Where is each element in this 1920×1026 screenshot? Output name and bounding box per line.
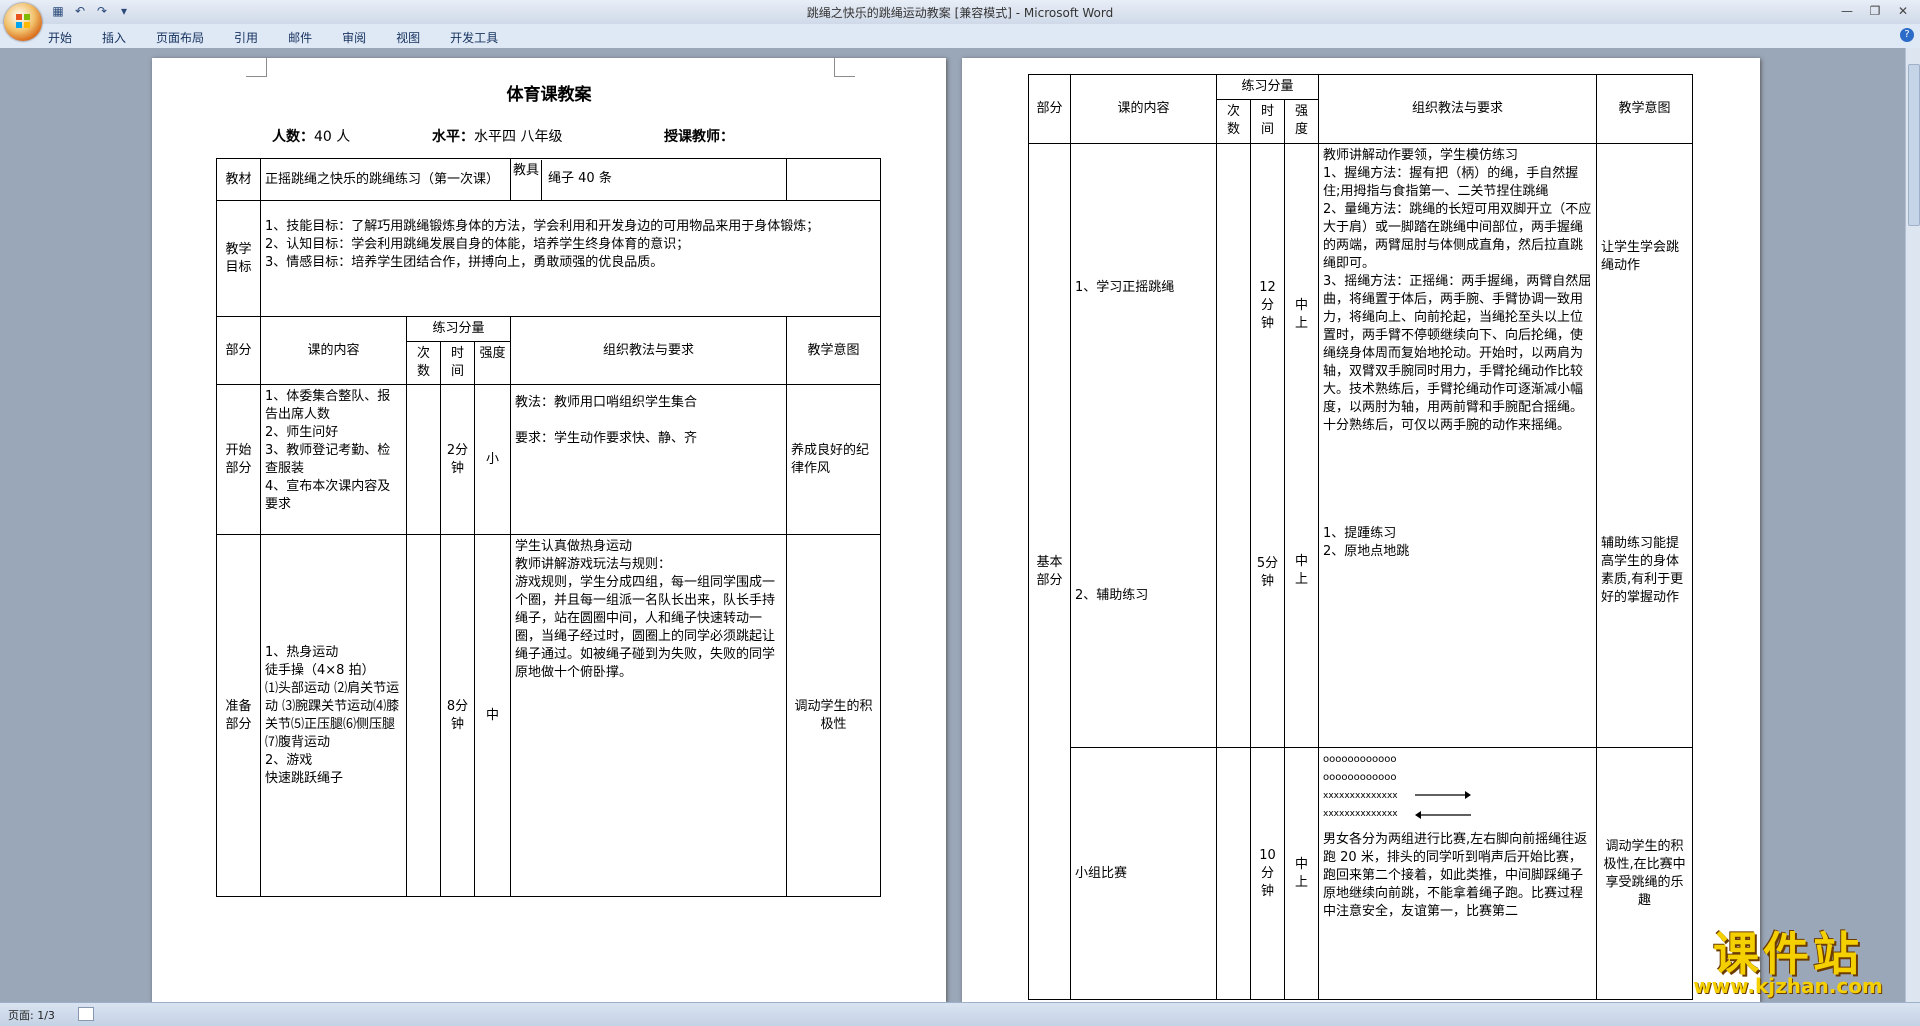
- office-button[interactable]: [4, 3, 42, 41]
- goal-cognitive: 2、认知目标：学会利用跳绳发展自身的体能，培养学生终身体育的意识；: [265, 237, 690, 252]
- material-row: 教材 正摇跳绳之快乐的跳绳练习（第一次课） 教具 绳子 40 条: [216, 158, 882, 201]
- level: 水平：水平四 八年级: [432, 129, 563, 145]
- prep-intent: 调动学生的积极性: [786, 534, 882, 897]
- basic-method: 教师讲解动作要领，学生模仿练习 1、握绳方法：握有把（柄）的绳，手自然握住;用拇…: [1318, 143, 1598, 748]
- prep-method: 学生认真做热身运动 教师讲解游戏玩法与规则： 游戏规则，学生分成四组，每一组同学…: [510, 534, 788, 897]
- header-row: 部分 课的内容 练习分量 组织教法与要求 教学意图: [1028, 74, 1694, 144]
- tab-developer[interactable]: 开发工具: [450, 29, 498, 46]
- competition-content: 小组比赛: [1070, 747, 1217, 1000]
- prep-time: 8分钟: [440, 534, 475, 897]
- basic-row-1: 基本部分 1、学习正摇跳绳 2、辅助练习 12分钟 5分钟 中上 中上 教师讲解…: [1028, 143, 1694, 1000]
- header-times: 次数: [406, 341, 441, 385]
- help-icon[interactable]: ?: [1900, 28, 1914, 42]
- prep-content: 1、热身运动 徒手操（4×8 拍） ⑴头部运动 ⑵肩关节运动 ⑶腕踝关节运动⑷膝…: [260, 534, 407, 897]
- crop-mark: [246, 58, 267, 77]
- header-times: 次数: [1216, 99, 1251, 144]
- vertical-scrollbar[interactable]: [1905, 48, 1920, 1002]
- header-method: 组织教法与要求: [510, 316, 788, 385]
- direction-arrows-icon: [1415, 791, 1472, 819]
- header-intent: 教学意图: [786, 316, 882, 385]
- tab-insert[interactable]: 插入: [102, 29, 126, 46]
- header-load: 练习分量: [1215, 74, 1320, 100]
- goals-cell: 1、技能目标：了解巧用跳绳锻炼身体的方法，学会利用和开发身边的可用物品来用于身体…: [259, 200, 882, 317]
- header-intensity: 强度: [473, 341, 512, 385]
- goals-label: 教学目标: [216, 200, 261, 317]
- equipment-label: 教具: [512, 159, 543, 200]
- tab-view[interactable]: 视图: [396, 29, 420, 46]
- basic-row-2: 小组比赛 10分钟 中上 oooooooooooo oooooooooooo x…: [1029, 747, 1694, 1000]
- prep-row: 准备部分 1、热身运动 徒手操（4×8 拍） ⑴头部运动 ⑵肩关节运动 ⑶腕踝关…: [216, 534, 882, 897]
- site-watermark: 课件站 www.kjzhan.com: [1668, 918, 1908, 1004]
- material-label: 教材: [216, 158, 261, 201]
- start-method: 教法：教师用口哨组织学生集合 要求：学生动作要求快、静、齐: [510, 384, 788, 535]
- tab-review[interactable]: 审阅: [342, 29, 366, 46]
- header-part: 部分: [216, 316, 261, 385]
- tab-home[interactable]: 开始: [48, 29, 72, 46]
- goals-row: 教学目标 1、技能目标：了解巧用跳绳锻炼身体的方法，学会利用和开发身边的可用物品…: [216, 200, 882, 317]
- restore-icon[interactable]: ❐: [1862, 2, 1888, 20]
- competition-time: 10分钟: [1250, 747, 1285, 1000]
- tab-page-layout[interactable]: 页面布局: [156, 29, 204, 46]
- basic-intent: 让学生学会跳绳动作 辅助练习能提高学生的身体素质,有利于更好的掌握动作: [1596, 143, 1694, 748]
- basic-content: 1、学习正摇跳绳 2、辅助练习: [1070, 143, 1217, 748]
- header-time: 时间: [440, 341, 475, 385]
- ribbon: 开始 插入 页面布局 引用 邮件 审阅 视图 开发工具 ?: [0, 24, 1920, 49]
- page-title: 体育课教案: [506, 85, 592, 105]
- close-icon[interactable]: ✕: [1890, 2, 1916, 20]
- window-controls: — ❐ ✕: [1834, 2, 1916, 20]
- start-part: 开始部分: [216, 384, 261, 535]
- office-logo-icon: [16, 14, 30, 28]
- teacher: 授课教师：: [664, 129, 734, 145]
- start-time: 2分钟: [440, 384, 475, 535]
- page-indicator[interactable]: 页面: 1/3: [8, 1007, 55, 1023]
- watermark-url: www.kjzhan.com: [1693, 974, 1883, 998]
- scrollbar-thumb[interactable]: [1908, 64, 1920, 226]
- class-size: 人数：40 人: [272, 129, 351, 145]
- header-content: 课的内容: [1070, 74, 1217, 144]
- window-title: 跳绳之快乐的跳绳运动教案 [兼容模式] - Microsoft Word: [806, 6, 1114, 20]
- lesson-plan-table: 教材 正摇跳绳之快乐的跳绳练习（第一次课） 教具 绳子 40 条 教学目标 1、…: [216, 158, 882, 897]
- basic-part: 基本部分: [1028, 143, 1071, 1000]
- formation-diagram: oooooooooooo oooooooooooo xxxxxxxxxxxxxx…: [1323, 751, 1592, 831]
- goal-skill: 1、技能目标：了解巧用跳绳锻炼身体的方法，学会利用和开发身边的可用物品来用于身体…: [265, 219, 820, 234]
- start-row: 开始部分 1、体委集合整队、报告出席人数 2、师生问好 3、教师登记考勤、检查服…: [216, 384, 882, 535]
- header-method: 组织教法与要求: [1318, 74, 1598, 144]
- competition-intensity: 中上: [1283, 747, 1320, 1000]
- status-bar: 页面: 1/3: [0, 1002, 1920, 1026]
- basic-times: 12分钟 5分钟: [1250, 143, 1285, 748]
- header-intent: 教学意图: [1596, 74, 1694, 144]
- competition-method: oooooooooooo oooooooooooo xxxxxxxxxxxxxx…: [1318, 747, 1598, 1000]
- document-page-1: 体育课教案 人数：40 人 水平：水平四 八年级 授课教师： 教材 正摇跳绳之快…: [152, 58, 946, 1002]
- equipment-cell: 教具 绳子 40 条: [512, 159, 786, 200]
- title-bar: ▦ ↶ ↷ ▾ 跳绳之快乐的跳绳运动教案 [兼容模式] - Microsoft …: [0, 0, 1920, 25]
- tab-references[interactable]: 引用: [234, 29, 258, 46]
- crop-mark: [834, 58, 855, 77]
- ribbon-tabs: 开始 插入 页面布局 引用 邮件 审阅 视图 开发工具: [48, 29, 528, 46]
- material-value: 正摇跳绳之快乐的跳绳练习（第一次课）: [259, 158, 512, 201]
- proofing-icon[interactable]: [78, 1007, 94, 1021]
- header-load: 练习分量: [405, 316, 512, 342]
- prep-part: 准备部分: [216, 534, 261, 897]
- header-part: 部分: [1028, 74, 1071, 144]
- header-time: 时间: [1250, 99, 1285, 144]
- start-content: 1、体委集合整队、报告出席人数 2、师生问好 3、教师登记考勤、检查服装 4、宣…: [260, 384, 407, 535]
- start-intensity: 小: [473, 384, 512, 535]
- header-content: 课的内容: [260, 316, 407, 385]
- equipment-value: 绳子 40 条: [548, 170, 612, 186]
- start-intent: 养成良好的纪律作风: [786, 384, 882, 535]
- goal-affective: 3、情感目标：培养学生团结合作，拼搏向上，勇敢顽强的优良品质。: [265, 255, 664, 270]
- basic-intensity: 中上 中上: [1283, 143, 1320, 748]
- header-intensity: 强度: [1283, 99, 1320, 144]
- tab-mailings[interactable]: 邮件: [288, 29, 312, 46]
- document-page-2: 部分 课的内容 练习分量 组织教法与要求 教学意图 次数 时间 强度 基本部分 …: [962, 58, 1760, 1002]
- minimize-icon[interactable]: —: [1834, 2, 1860, 20]
- header-row: 部分 课的内容 练习分量 组织教法与要求 教学意图: [216, 316, 882, 385]
- prep-intensity: 中: [473, 534, 512, 897]
- lesson-plan-table-continued: 部分 课的内容 练习分量 组织教法与要求 教学意图 次数 时间 强度 基本部分 …: [1028, 74, 1694, 1000]
